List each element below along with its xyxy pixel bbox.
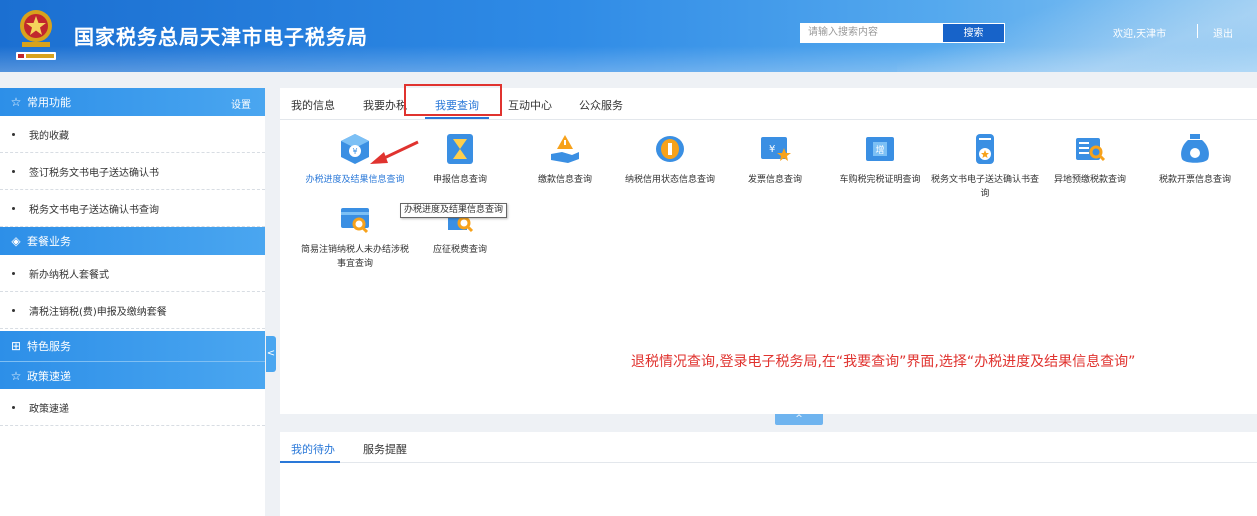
sidebar-item-sign-confirmation[interactable]: 签订税务文书电子送达确认书	[0, 153, 265, 190]
bullet-icon	[12, 206, 15, 210]
star-outline-icon: ☆	[10, 368, 22, 383]
hourglass-icon	[447, 134, 473, 164]
top-header: 国家税务总局天津市电子税务局 请输入搜索内容 搜索 欢迎,天津市 退出	[0, 0, 1257, 72]
sidebar-item-label: 清税注销税(费)申报及缴纳套餐	[29, 306, 167, 318]
sidebar-item-confirmation-query[interactable]: 税务文书电子送达确认书查询	[0, 190, 265, 227]
sidebar-section-special[interactable]: ⊞ 特色服务	[0, 331, 265, 361]
sidebar-item-label: 税务文书电子送达确认书查询	[29, 204, 159, 216]
query-item-label: 办税进度及结果信息查询	[305, 175, 405, 185]
layers-icon: ◈	[11, 234, 21, 248]
search-button[interactable]: 搜索	[943, 23, 1005, 43]
instruction-annotation: 退税情况查询,登录电子税务局,在“我要查询”界面,选择“办税进度及结果信息查询”	[631, 354, 1136, 370]
sidebar-item-label: 新办纳税人套餐式	[29, 269, 109, 281]
query-item-label: 应征税费查询	[432, 245, 487, 255]
svg-text:¥: ¥	[769, 144, 775, 155]
sidebar-item-policy[interactable]: 政策速递	[0, 389, 265, 426]
tab-service-reminder[interactable]: 服务提醒	[363, 441, 407, 457]
expand-toggle-button[interactable]: ^	[775, 414, 823, 425]
bullet-icon	[12, 271, 15, 275]
invoice-star-icon: ¥	[761, 137, 791, 161]
bullet-icon	[12, 405, 15, 409]
bullet-icon	[12, 169, 15, 173]
query-item-label: 简易注销纳税人未办结涉税事宜查询	[300, 245, 409, 269]
query-item-label: 税务文书电子送达确认书查询	[930, 175, 1039, 199]
bullet-icon	[12, 132, 15, 136]
credit-coin-icon	[656, 136, 684, 162]
site-title: 国家税务总局天津市电子税务局	[74, 25, 368, 49]
hover-tooltip: 办税进度及结果信息查询	[400, 203, 508, 218]
bullet-icon	[12, 308, 15, 312]
sidebar-section-policy[interactable]: ☆ 政策速递	[0, 361, 265, 389]
tab-public-service[interactable]: 公众服务	[579, 97, 623, 113]
red-arrow-icon	[370, 140, 419, 164]
query-item-document-confirmation[interactable]: 税务文书电子送达确认书查询	[930, 132, 1040, 201]
query-item-simple-deregistration[interactable]: 简易注销纳税人未办结涉税事宜查询	[300, 202, 410, 271]
query-item-invoice[interactable]: ¥ 发票信息查询	[720, 132, 830, 187]
logout-link[interactable]: 退出	[1213, 25, 1233, 40]
tab-handle-tax[interactable]: 我要办税	[363, 97, 407, 113]
sidebar-item-favorites[interactable]: 我的收藏	[0, 116, 265, 153]
sidebar-item-label: 政策速递	[29, 403, 69, 415]
sidebar-item-label: 签订税务文书电子送达确认书	[29, 167, 159, 179]
tab-my-info[interactable]: 我的信息	[291, 97, 335, 113]
money-bag-icon	[1181, 134, 1209, 163]
active-tab-indicator	[425, 117, 489, 119]
bottom-panel: 我的待办 服务提醒	[280, 432, 1257, 516]
bottom-tabs: 我的待办 服务提醒	[280, 432, 1257, 463]
sidebar-collapse-button[interactable]: <	[266, 336, 276, 372]
tax-emblem-logo-icon	[16, 10, 56, 60]
query-item-label: 缴款信息查询	[537, 175, 592, 185]
card-search-icon	[341, 208, 369, 234]
sidebar-item-label: 我的收藏	[29, 130, 69, 142]
query-item-tax-invoice[interactable]: 税款开票信息查询	[1140, 132, 1250, 187]
sidebar-section-title: 特色服务	[27, 340, 71, 353]
list-search-icon	[1076, 138, 1106, 162]
query-item-vehicle-tax[interactable]: 增 车购税完税证明查询	[825, 132, 935, 187]
sidebar-item-deregistration-package[interactable]: 清税注销税(费)申报及缴纳套餐	[0, 292, 265, 329]
sidebar-section-title: 套餐业务	[27, 235, 71, 248]
svg-text:增: 增	[875, 144, 884, 156]
sidebar-section-common[interactable]: ☆ 常用功能 设置	[0, 88, 265, 116]
progress-box-icon: ¥	[341, 134, 369, 164]
query-item-label: 发票信息查询	[747, 175, 802, 185]
query-item-payment[interactable]: 缴款信息查询	[510, 132, 620, 187]
sidebar-section-title: 政策速递	[27, 369, 71, 383]
search-input[interactable]: 请输入搜索内容	[800, 23, 943, 43]
svg-text:¥: ¥	[352, 147, 357, 156]
document-badge-icon	[976, 134, 994, 164]
sidebar-item-new-taxpayer-package[interactable]: 新办纳税人套餐式	[0, 255, 265, 292]
star-outline-icon: ☆	[10, 95, 22, 109]
tab-my-todo[interactable]: 我的待办	[291, 441, 335, 457]
query-item-label: 异地预缴税款查询	[1053, 175, 1126, 185]
main-tabs: 我的信息 我要办税 我要查询 互动中心 公众服务	[280, 84, 1257, 120]
query-item-label: 纳税信用状态信息查询	[624, 175, 715, 185]
sidebar-settings-link[interactable]: 设置	[231, 96, 251, 111]
sidebar-section-title: 常用功能	[27, 96, 71, 109]
header-divider	[1197, 24, 1198, 38]
active-bottom-tab-indicator	[280, 461, 340, 463]
grid-icon: ⊞	[10, 339, 22, 353]
tab-interaction[interactable]: 互动中心	[508, 97, 552, 113]
query-item-remote-prepaid[interactable]: 异地预缴税款查询	[1035, 132, 1145, 187]
query-item-label: 车购税完税证明查询	[839, 175, 921, 185]
sidebar: ☆ 常用功能 设置 我的收藏 签订税务文书电子送达确认书 税务文书电子送达确认书…	[0, 88, 265, 516]
sidebar-section-packages[interactable]: ◈ 套餐业务	[0, 227, 265, 255]
query-item-credit[interactable]: 纳税信用状态信息查询	[615, 132, 725, 187]
query-item-label: 税款开票信息查询	[1158, 175, 1231, 185]
query-item-declaration[interactable]: 申报信息查询	[405, 132, 515, 187]
highlight-box	[404, 84, 502, 116]
vat-ticket-icon: 增	[866, 137, 894, 161]
query-item-label: 申报信息查询	[432, 175, 487, 185]
welcome-text: 欢迎,天津市	[1113, 29, 1167, 40]
payment-hand-icon	[551, 135, 579, 163]
